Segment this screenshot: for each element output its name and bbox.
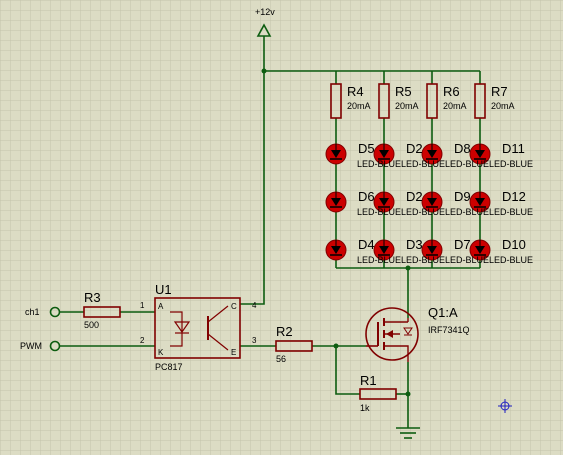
led-label: D4 [358, 237, 375, 252]
pin-number: 1 [140, 301, 145, 310]
led-label: D5 [358, 141, 375, 156]
r5-label: R5 [395, 84, 412, 99]
pin-number: 2 [140, 336, 145, 345]
r6-label: R6 [443, 84, 460, 99]
r1-value: 1k [360, 403, 370, 413]
led-label: D2 [406, 189, 423, 204]
led-label: D10 [502, 237, 526, 252]
led-label: D7 [454, 237, 471, 252]
led-label: D3 [406, 237, 423, 252]
r5-value: 20mA [395, 101, 419, 111]
pin-number: 3 [252, 336, 257, 345]
pin-letter: E [231, 348, 236, 357]
r1-label: R1 [360, 373, 377, 388]
led-icon[interactable] [325, 143, 347, 165]
led-label: D12 [502, 189, 526, 204]
supply-label: +12v [255, 7, 275, 17]
led-label: D11 [502, 141, 525, 156]
q1-label: Q1:A [428, 305, 458, 320]
r3-value: 500 [84, 320, 99, 330]
r2-label: R2 [276, 324, 293, 339]
led-type-text: LED-BLUELED-BLUELED-BLUELED-BLUE [357, 159, 533, 169]
led-label: D9 [454, 189, 471, 204]
schematic-canvas[interactable]: +12v R4 20mA R5 20mA R6 20mA R7 20mA D5 … [0, 0, 563, 455]
r7-label: R7 [491, 84, 508, 99]
r2-value: 56 [276, 354, 286, 364]
u1-part: PC817 [155, 362, 183, 372]
led-type-text: LED-BLUELED-BLUELED-BLUELED-BLUE [357, 207, 533, 217]
pin-letter: C [231, 302, 237, 311]
q1-part: IRF7341Q [428, 325, 470, 335]
r4-label: R4 [347, 84, 364, 99]
grid-background [0, 0, 563, 455]
ch1-label: ch1 [25, 307, 40, 317]
r6-value: 20mA [443, 101, 467, 111]
led-label: D8 [454, 141, 471, 156]
led-label: D6 [358, 189, 375, 204]
led-icon[interactable] [325, 191, 347, 213]
pin-number: 4 [252, 301, 257, 310]
pin-letter: A [158, 302, 164, 311]
led-type-text: LED-BLUELED-BLUELED-BLUELED-BLUE [357, 255, 533, 265]
r7-value: 20mA [491, 101, 515, 111]
pin-letter: K [158, 348, 164, 357]
led-icon[interactable] [325, 239, 347, 261]
u1-label: U1 [155, 282, 172, 297]
led-label: D2 [406, 141, 423, 156]
r3-label: R3 [84, 290, 101, 305]
r4-value: 20mA [347, 101, 371, 111]
pwm-label: PWM [20, 341, 42, 351]
